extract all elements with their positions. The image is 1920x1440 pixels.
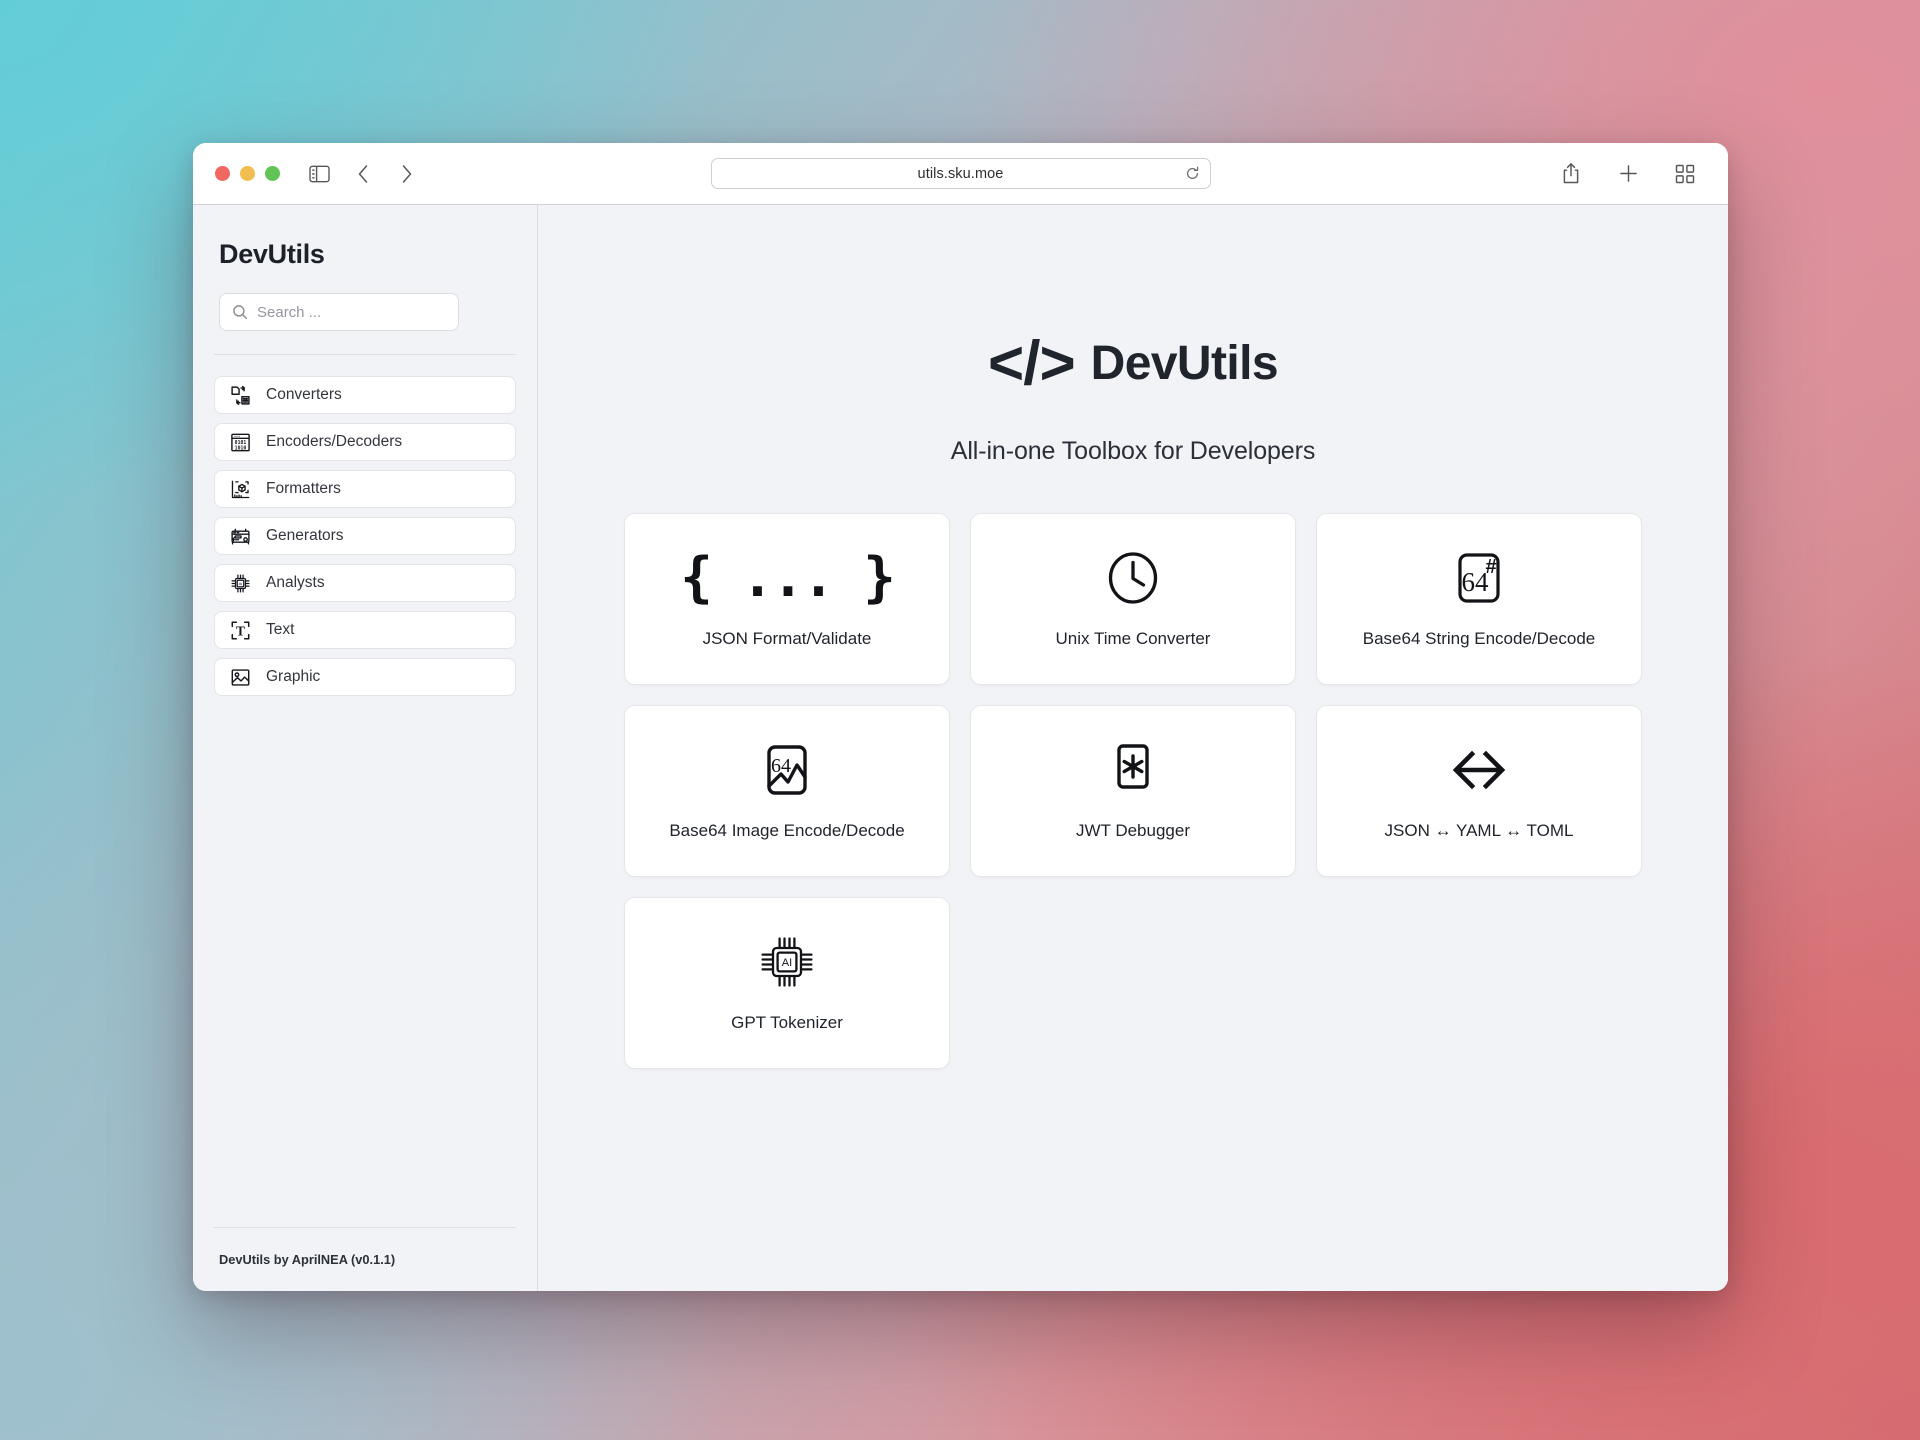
svg-text:AI: AI xyxy=(782,957,792,969)
sidebar-item-generators[interactable]: Generators xyxy=(214,517,516,555)
search-input[interactable]: Search ... xyxy=(219,293,459,331)
tool-card-label: JSON ↔ YAML ↔ TOML xyxy=(1384,821,1574,840)
sidebar: DevUtils Search ... Converters 0101 1010… xyxy=(193,205,538,1291)
tool-card-base64-string-encode-decode[interactable]: 64 # Base64 String Encode/Decode xyxy=(1316,513,1642,685)
traffic-lights xyxy=(215,166,280,181)
svg-text:AI: AI xyxy=(238,580,242,585)
browser-titlebar: utils.sku.moe xyxy=(193,143,1728,205)
text-select-icon: T xyxy=(229,619,251,641)
sidebar-item-label: Analysts xyxy=(266,574,325,591)
tab-overview-icon[interactable] xyxy=(1670,159,1700,189)
navigation-controls xyxy=(304,159,422,189)
sidebar-item-label: Converters xyxy=(266,386,342,403)
search-icon xyxy=(232,304,248,320)
sidebar-item-formatters[interactable]: Formatters xyxy=(214,470,516,508)
tool-card-jwt-debugger[interactable]: JWT Debugger xyxy=(970,705,1296,877)
tool-grid: { ... } JSON Format/Validate Unix Time C… xyxy=(624,513,1642,1069)
generator-icon xyxy=(229,525,251,547)
tool-card-label: JSON Format/Validate xyxy=(702,629,872,648)
formatters-icon xyxy=(229,478,251,500)
app-body: DevUtils Search ... Converters 0101 1010… xyxy=(193,205,1728,1291)
tool-card-json-yaml-toml[interactable]: JSON ↔ YAML ↔ TOML xyxy=(1316,705,1642,877)
svg-text:#: # xyxy=(1485,556,1496,578)
chip-ai-icon: AI xyxy=(758,933,816,991)
hero-logo: </> DevUtils xyxy=(988,329,1279,398)
sidebar-toggle-icon[interactable] xyxy=(304,159,334,189)
converters-icon xyxy=(229,384,251,406)
sidebar-item-label: Text xyxy=(266,621,295,638)
tool-card-unix-time-converter[interactable]: Unix Time Converter xyxy=(970,513,1296,685)
back-button[interactable] xyxy=(348,159,378,189)
address-bar-url: utils.sku.moe xyxy=(917,165,1004,182)
forward-button[interactable] xyxy=(392,159,422,189)
main-content: </> DevUtils All-in-one Toolbox for Deve… xyxy=(538,205,1728,1291)
tool-card-label: GPT Tokenizer xyxy=(731,1013,843,1032)
code-brackets-icon: </> xyxy=(988,329,1076,398)
chip-ai-icon: AI xyxy=(229,572,251,594)
toolbar-actions xyxy=(1556,159,1706,189)
jwt-asterisk-icon xyxy=(1104,741,1162,799)
share-icon[interactable] xyxy=(1556,159,1586,189)
tool-card-gpt-tokenizer[interactable]: AI GPT Tokenizer xyxy=(624,897,950,1069)
minimize-window-button[interactable] xyxy=(240,166,255,181)
sidebar-item-analysts[interactable]: AI Analysts xyxy=(214,564,516,602)
app-brand-title: DevUtils xyxy=(219,239,325,269)
svg-text:T: T xyxy=(236,623,245,638)
sidebar-item-converters[interactable]: Converters xyxy=(214,376,516,414)
search-field-wrapper: Search ... xyxy=(219,293,459,331)
tool-card-label: Unix Time Converter xyxy=(1055,629,1211,648)
browser-window: utils.sku.moe DevUtils Search ... Conver… xyxy=(193,143,1728,1291)
hero-tagline: All-in-one Toolbox for Developers xyxy=(950,437,1316,465)
tool-card-label: JWT Debugger xyxy=(1075,821,1190,840)
sidebar-footer-credit: DevUtils by AprilNEA (v0.1.1) xyxy=(219,1252,396,1267)
base64-image-icon: 64 xyxy=(758,741,816,799)
sidebar-item-label: Generators xyxy=(266,527,344,544)
sidebar-item-encoders-decoders[interactable]: 0101 1010 Encoders/Decoders xyxy=(214,423,516,461)
new-tab-icon[interactable] xyxy=(1613,159,1643,189)
sidebar-item-graphic[interactable]: Graphic xyxy=(214,658,516,696)
tool-card-label: Base64 Image Encode/Decode xyxy=(669,821,905,840)
svg-text:1010: 1010 xyxy=(234,445,246,451)
clock-icon xyxy=(1104,549,1162,607)
tool-card-label: Base64 String Encode/Decode xyxy=(1362,629,1596,648)
zoom-window-button[interactable] xyxy=(265,166,280,181)
sidebar-item-label: Encoders/Decoders xyxy=(266,433,403,450)
sidebar-item-label: Formatters xyxy=(266,480,341,497)
sidebar-nav: Converters 0101 1010 Encoders/Decoders F… xyxy=(214,376,516,696)
sidebar-item-text[interactable]: T Text xyxy=(214,611,516,649)
search-placeholder: Search ... xyxy=(257,303,322,321)
binary-icon: 0101 1010 xyxy=(229,431,251,453)
image-icon xyxy=(229,666,251,688)
base64-string-icon: 64 # xyxy=(1450,549,1508,607)
hero-title: DevUtils xyxy=(1090,337,1279,390)
reload-icon[interactable] xyxy=(1185,166,1200,181)
sidebar-divider xyxy=(214,354,516,355)
tool-card-json-format-validate[interactable]: { ... } JSON Format/Validate xyxy=(624,513,950,685)
json-braces-icon: { ... } xyxy=(680,546,896,609)
tool-card-base64-image-encode-decode[interactable]: 64 Base64 Image Encode/Decode xyxy=(624,705,950,877)
address-bar[interactable]: utils.sku.moe xyxy=(710,158,1211,189)
sidebar-item-label: Graphic xyxy=(266,668,321,685)
close-window-button[interactable] xyxy=(215,166,230,181)
bidirectional-arrow-icon xyxy=(1445,741,1513,799)
